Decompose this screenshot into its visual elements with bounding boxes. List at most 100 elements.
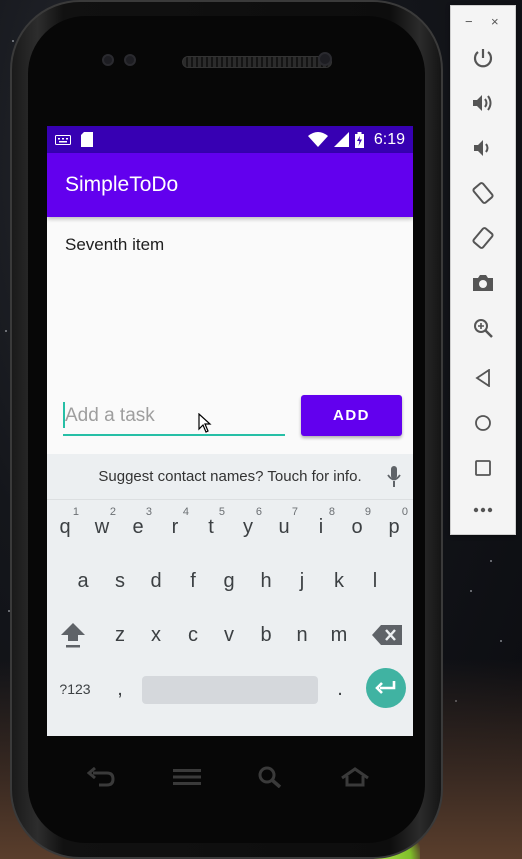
search-nav-button[interactable] <box>250 762 290 792</box>
task-list: Seventh item <box>47 217 413 255</box>
home-icon <box>341 767 369 787</box>
wifi-icon <box>307 132 328 147</box>
rotate-left-button[interactable] <box>451 171 515 215</box>
zoom-icon <box>474 319 493 338</box>
front-sensor <box>102 54 114 66</box>
key-y[interactable]: 6y <box>230 500 266 554</box>
more-icon <box>473 507 493 513</box>
front-sensor <box>124 54 136 66</box>
key-i[interactable]: 8i <box>303 500 339 554</box>
key-n[interactable]: n <box>284 608 320 662</box>
screenshot-button[interactable] <box>451 261 515 305</box>
key-j[interactable]: j <box>284 554 320 608</box>
earpiece-speaker <box>182 56 332 68</box>
key-m[interactable]: m <box>321 608 357 662</box>
key-l[interactable]: l <box>357 554 393 608</box>
status-bar: 6:19 <box>47 126 413 153</box>
backspace-icon <box>372 625 402 645</box>
key-w[interactable]: 2w <box>84 500 120 554</box>
signal-icon <box>333 132 349 147</box>
period-key[interactable]: . <box>322 662 358 716</box>
symbols-key[interactable]: ?123 <box>53 662 97 716</box>
camera-icon <box>473 275 493 291</box>
menu-nav-button[interactable] <box>167 762 207 792</box>
status-time: 6:19 <box>373 130 405 148</box>
keyboard-icon <box>55 134 71 145</box>
emulator-toolbar: − × <box>450 5 516 535</box>
back-nav-button[interactable] <box>81 762 121 792</box>
key-d[interactable]: d <box>138 554 174 608</box>
key-g[interactable]: g <box>211 554 247 608</box>
key-c[interactable]: c <box>175 608 211 662</box>
sd-card-icon <box>81 132 93 147</box>
app-bar: SimpleToDo <box>47 153 413 217</box>
key-x[interactable]: x <box>138 608 174 662</box>
back-icon <box>475 369 490 387</box>
add-button[interactable]: ADD <box>301 395 402 436</box>
list-item[interactable]: Seventh item <box>65 217 395 255</box>
comma-key[interactable]: , <box>102 662 138 716</box>
home-nav-button[interactable] <box>335 762 375 792</box>
shift-key[interactable] <box>53 608 93 662</box>
menu-icon <box>173 769 201 785</box>
overview-button[interactable] <box>451 446 515 490</box>
soft-keyboard: Suggest contact names? Touch for info. 1… <box>47 454 413 736</box>
device-nav-buttons <box>47 762 413 792</box>
shift-icon <box>61 623 85 648</box>
enter-icon <box>375 681 396 694</box>
volume-up-button[interactable] <box>451 81 515 125</box>
task-input[interactable] <box>63 398 285 436</box>
close-button[interactable]: × <box>491 14 499 29</box>
key-u[interactable]: 7u <box>266 500 302 554</box>
key-r[interactable]: 4r <box>157 500 193 554</box>
key-row-3: z x c v b n m <box>47 608 413 662</box>
home-circle-icon <box>475 415 491 431</box>
back-arrow-icon <box>87 767 115 787</box>
minimize-button[interactable]: − <box>465 14 473 29</box>
microphone-icon[interactable] <box>387 466 401 488</box>
text-cursor <box>63 402 65 428</box>
volume-down-icon <box>474 140 489 156</box>
volume-up-icon <box>473 95 492 111</box>
key-s[interactable]: s <box>102 554 138 608</box>
mouse-pointer-icon <box>198 413 212 433</box>
suggestion-strip[interactable]: Suggest contact names? Touch for info. <box>47 454 413 500</box>
suggestion-text: Suggest contact names? Touch for info. <box>98 468 362 485</box>
key-e[interactable]: 3e <box>120 500 156 554</box>
search-icon <box>258 766 282 788</box>
enter-key[interactable] <box>366 668 406 708</box>
key-p[interactable]: 0p <box>376 500 412 554</box>
home-button[interactable] <box>451 401 515 445</box>
space-bar[interactable] <box>142 676 318 704</box>
app-title: SimpleToDo <box>65 173 179 196</box>
back-button[interactable] <box>451 356 515 400</box>
key-v[interactable]: v <box>211 608 247 662</box>
more-button[interactable] <box>451 488 515 532</box>
front-camera <box>318 52 332 66</box>
backspace-key[interactable] <box>365 608 409 662</box>
overview-icon <box>475 460 491 476</box>
rotate-right-icon <box>472 227 494 249</box>
key-h[interactable]: h <box>248 554 284 608</box>
key-a[interactable]: a <box>65 554 101 608</box>
zoom-button[interactable] <box>451 306 515 350</box>
emulator-titlebar: − × <box>451 6 515 40</box>
battery-icon <box>354 131 364 148</box>
key-f[interactable]: f <box>175 554 211 608</box>
input-row: ADD <box>47 394 413 442</box>
power-button[interactable] <box>451 36 515 80</box>
key-row-4: ?123 , . <box>47 662 413 716</box>
key-o[interactable]: 9o <box>339 500 375 554</box>
power-icon <box>473 49 493 68</box>
key-z[interactable]: z <box>102 608 138 662</box>
key-row-2: a s d f g h j k l <box>47 554 413 608</box>
volume-down-button[interactable] <box>451 126 515 170</box>
rotate-right-button[interactable] <box>451 216 515 260</box>
key-b[interactable]: b <box>248 608 284 662</box>
key-row-1: 1q 2w 3e 4r 5t 6y 7u 8i 9o 0p <box>47 500 413 554</box>
key-t[interactable]: 5t <box>193 500 229 554</box>
rotate-left-icon <box>472 182 494 204</box>
device-screen: 6:19 SimpleToDo Seventh item ADD Suggest… <box>47 126 413 736</box>
key-k[interactable]: k <box>321 554 357 608</box>
key-q[interactable]: 1q <box>47 500 83 554</box>
